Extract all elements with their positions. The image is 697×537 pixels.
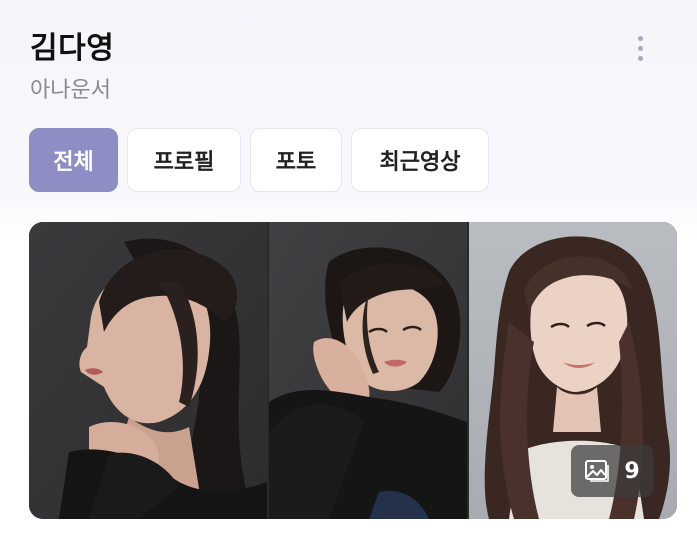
person-role: 아나운서 <box>30 78 111 103</box>
profile-card: 김다영 아나운서 전체 프로필 포토 최근영상 9 <box>0 0 697 537</box>
photo-count-badge[interactable]: 9 <box>571 445 653 497</box>
tab-recent-video[interactable]: 최근영상 <box>351 128 489 192</box>
photo-gallery: 9 <box>29 222 677 519</box>
tab-all[interactable]: 전체 <box>29 128 118 192</box>
image-gallery-icon <box>585 460 610 482</box>
tab-profile[interactable]: 프로필 <box>127 128 241 192</box>
tab-photo[interactable]: 포토 <box>250 128 342 192</box>
photo-count: 9 <box>624 458 640 484</box>
person-name: 김다영 <box>30 31 115 66</box>
dot-icon <box>637 45 643 51</box>
more-options-icon[interactable] <box>626 30 654 66</box>
photo-thumbnail[interactable] <box>269 222 467 519</box>
dot-icon <box>637 55 643 61</box>
photo-thumbnail[interactable] <box>29 222 267 519</box>
portrait-photo <box>269 222 467 519</box>
dot-icon <box>637 35 643 41</box>
portrait-photo <box>29 222 267 519</box>
